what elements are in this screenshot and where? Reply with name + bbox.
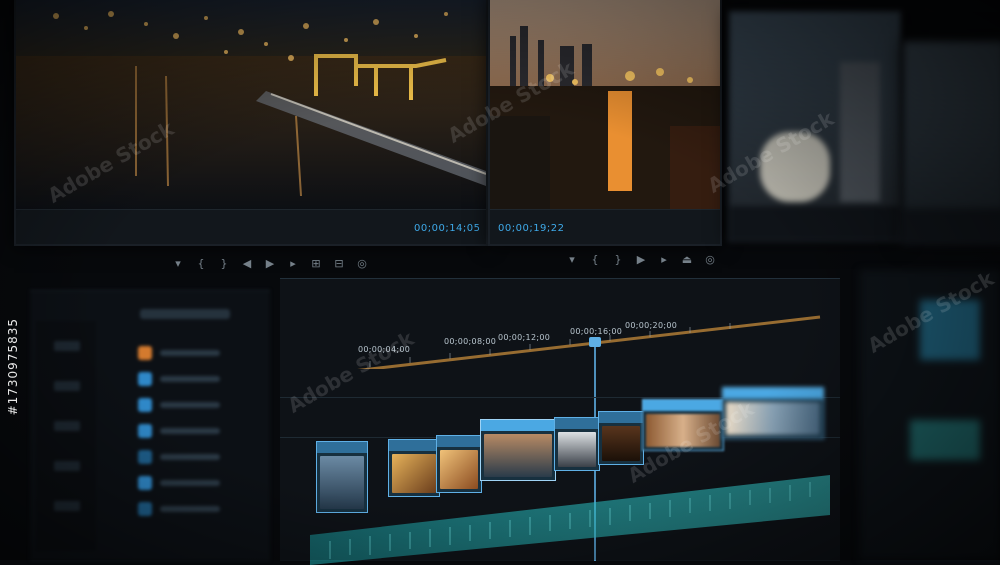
- program-monitor-bar: 00;00;19;22: [490, 209, 720, 244]
- play-icon[interactable]: ▶: [635, 254, 647, 266]
- video-clip[interactable]: [642, 399, 724, 451]
- ruler-work-area-bar: [357, 315, 821, 369]
- reference-monitor: [728, 10, 902, 242]
- effects-panel: [860, 270, 1000, 560]
- source-timecode[interactable]: 00;00;14;05: [414, 223, 481, 234]
- bin-item[interactable]: [138, 345, 220, 361]
- export-frame-icon[interactable]: ◎: [356, 258, 368, 270]
- step-back-icon[interactable]: ◀: [241, 258, 253, 270]
- source-monitor-bar: 00;00;14;05: [16, 209, 486, 244]
- scopes-monitor: [902, 40, 1000, 244]
- project-panel-header: [140, 309, 230, 319]
- export-frame-icon[interactable]: ◎: [704, 254, 716, 266]
- insert-icon[interactable]: ⊞: [310, 258, 322, 270]
- stock-id: #1730975835: [6, 318, 20, 416]
- source-monitor-viewer[interactable]: [16, 0, 486, 210]
- source-transport-controls: ▾ { } ◀ ▶ ▸ ⊞ ⊟ ◎: [172, 258, 368, 270]
- bin-item[interactable]: [138, 449, 220, 465]
- city-skyline-frame: [490, 0, 720, 210]
- lift-icon[interactable]: ⏏: [681, 254, 693, 266]
- bin-item[interactable]: [138, 397, 220, 413]
- out-point-icon[interactable]: }: [612, 254, 624, 266]
- night-harbor-frame: [16, 0, 486, 210]
- in-point-icon[interactable]: {: [589, 254, 601, 266]
- playhead-handle[interactable]: [589, 337, 601, 347]
- bin-item[interactable]: [138, 501, 220, 517]
- program-timecode[interactable]: 00;00;19;22: [498, 223, 565, 234]
- source-monitor: 00;00;14;05: [14, 0, 488, 246]
- marker-icon[interactable]: ▾: [566, 254, 578, 266]
- program-monitor: 00;00;19;22: [488, 0, 722, 246]
- reference-monitor-viewer[interactable]: [730, 12, 900, 206]
- scopes-viewer: [904, 42, 1000, 208]
- time-ruler[interactable]: 00;00;04;00 00;00;08;00 00;00;12;00 00;0…: [280, 309, 840, 369]
- overwrite-icon[interactable]: ⊟: [333, 258, 345, 270]
- out-point-icon[interactable]: }: [218, 258, 230, 270]
- audio-track-waveform[interactable]: [310, 455, 870, 565]
- marker-icon[interactable]: ▾: [172, 258, 184, 270]
- video-clip[interactable]: [722, 387, 824, 439]
- play-icon[interactable]: ▶: [264, 258, 276, 270]
- tools-strip: [36, 321, 96, 551]
- step-forward-icon[interactable]: ▸: [287, 258, 299, 270]
- program-transport-controls: ▾ { } ▶ ▸ ⏏ ◎: [566, 254, 716, 266]
- timeline-panel: 00;00;04;00 00;00;08;00 00;00;12;00 00;0…: [280, 278, 840, 565]
- in-point-icon[interactable]: {: [195, 258, 207, 270]
- program-monitor-viewer[interactable]: [490, 0, 720, 210]
- bin-item[interactable]: [138, 371, 220, 387]
- project-panel: [30, 290, 270, 561]
- step-forward-icon[interactable]: ▸: [658, 254, 670, 266]
- bin-item[interactable]: [138, 423, 220, 439]
- bin-item[interactable]: [138, 475, 220, 491]
